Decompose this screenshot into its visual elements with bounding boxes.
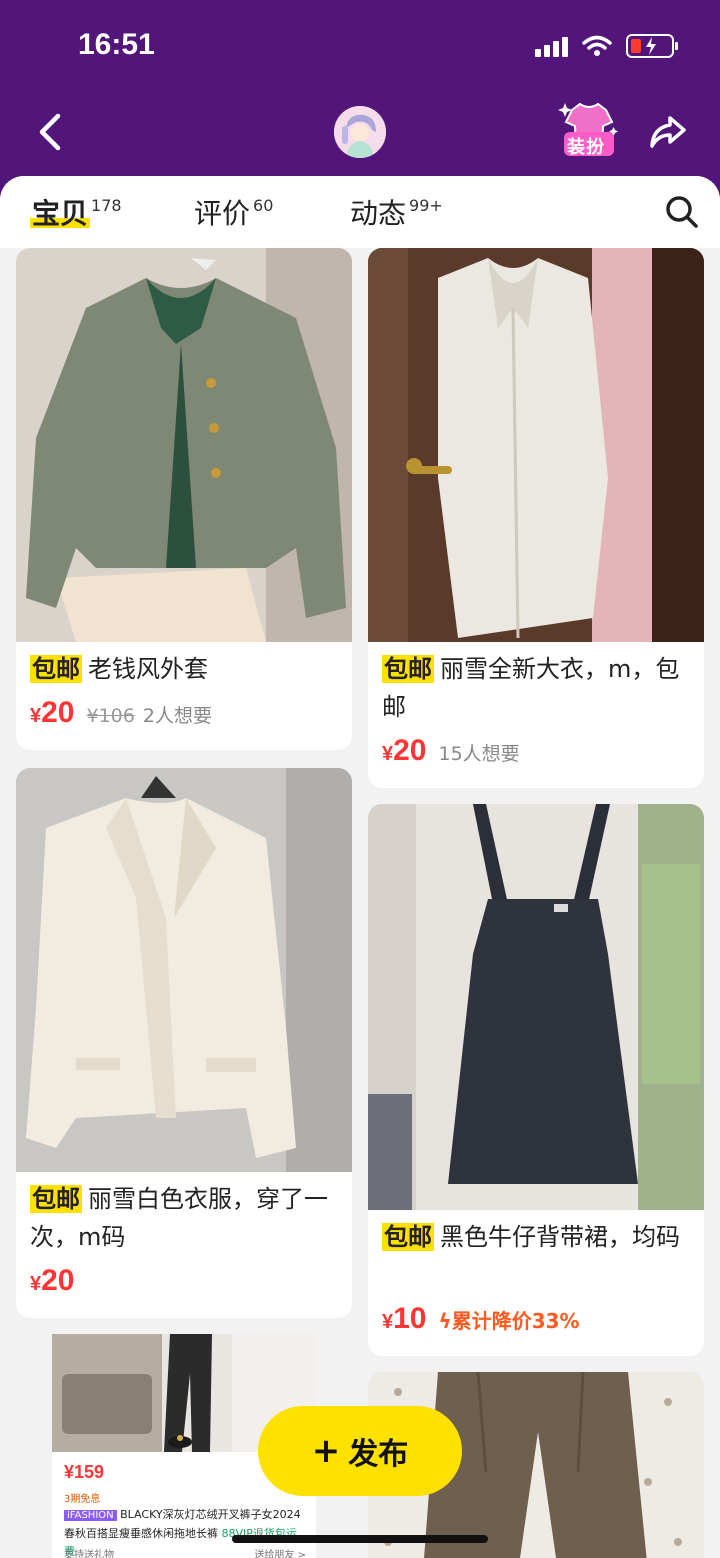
tab-items[interactable]: 宝贝 178 [32,192,122,232]
price-row: ¥20 [30,1264,75,1298]
free-shipping-tag: 包邮 [382,1223,434,1251]
back-icon[interactable] [30,110,70,154]
product-image [368,804,704,1210]
share-icon[interactable] [648,112,688,152]
product-title: 包邮 丽雪白色衣服，穿了一次，m码 [30,1180,338,1256]
cellular-signal-icon [535,35,568,57]
ad-installment: 3期免息 [64,1494,101,1505]
publish-button[interactable]: + 发布 [258,1406,462,1496]
product-card[interactable]: 包邮 丽雪白色衣服，穿了一次，m码 ¥20 [16,768,352,1318]
product-card[interactable]: 包邮 黑色牛仔背带裙，均码 ¥10 ϟ累计降价33% [368,804,704,1356]
battery-icon [626,34,678,58]
product-title: 包邮 丽雪全新大衣，m，包邮 [382,650,690,726]
search-icon[interactable] [664,194,700,230]
product-image [368,248,704,642]
price-row: ¥10 ϟ累计降价33% [382,1302,580,1336]
tab-reviews[interactable]: 评价 60 [194,192,273,232]
product-price: ¥10 [382,1302,427,1335]
price-row: ¥20 15人想要 [382,734,520,768]
dressup-label: 装扮 [567,137,605,158]
ad-friend-link[interactable]: 送给朋友 > [254,1546,306,1558]
want-count: 15人想要 [438,743,520,765]
price-drop-badge: ϟ累计降价33% [438,1309,580,1333]
status-icons [535,34,678,58]
ad-gift: 支持送礼物 [64,1550,114,1558]
ad-price: ¥159 [64,1462,105,1482]
product-card[interactable]: 包邮 老钱风外套 ¥20 ¥106 2人想要 [16,248,352,750]
publish-label: 发布 [348,1437,409,1472]
dressup-button[interactable]: 装扮 [556,100,622,160]
product-title: 包邮 老钱风外套 [30,650,338,688]
price-row: ¥20 ¥106 2人想要 [30,696,212,730]
tab-label: 动态 [350,197,407,230]
free-shipping-tag: 包邮 [382,655,434,683]
ad-footer: 支持送礼物 送给朋友 > [64,1546,306,1558]
tab-label: 宝贝 [32,197,89,230]
tab-label: 评价 [194,197,251,230]
free-shipping-tag: 包邮 [30,1185,82,1213]
lightning-icon: ϟ [438,1309,452,1333]
tab-count: 99+ [409,196,443,215]
free-shipping-tag: 包邮 [30,655,82,683]
product-title: 包邮 黑色牛仔背带裙，均码 [382,1218,690,1256]
ad-brand: iFASHION [64,1510,117,1521]
tab-count: 178 [91,196,122,215]
product-image [16,248,352,642]
wifi-icon [582,35,612,56]
tab-bar: 宝贝 178 评价 60 动态 99+ [0,176,720,248]
status-time: 16:51 [78,28,155,61]
product-card[interactable]: 包邮 丽雪全新大衣，m，包邮 ¥20 15人想要 [368,248,704,788]
product-price: ¥20 [30,1264,75,1297]
avatar[interactable] [334,106,386,158]
product-title-text: 黑色牛仔背带裙，均码 [440,1223,680,1251]
product-title-text: 老钱风外套 [88,655,208,683]
plus-icon: + [311,1431,341,1471]
product-price: ¥20 [30,696,75,729]
home-indicator [232,1535,488,1543]
tab-count: 60 [253,196,274,215]
want-count: 2人想要 [142,705,212,727]
product-image [16,768,352,1172]
app-header: 16:51 装扮 [0,0,720,200]
original-price: ¥106 [86,705,135,727]
tab-moments[interactable]: 动态 99+ [350,192,443,232]
product-price: ¥20 [382,734,427,767]
